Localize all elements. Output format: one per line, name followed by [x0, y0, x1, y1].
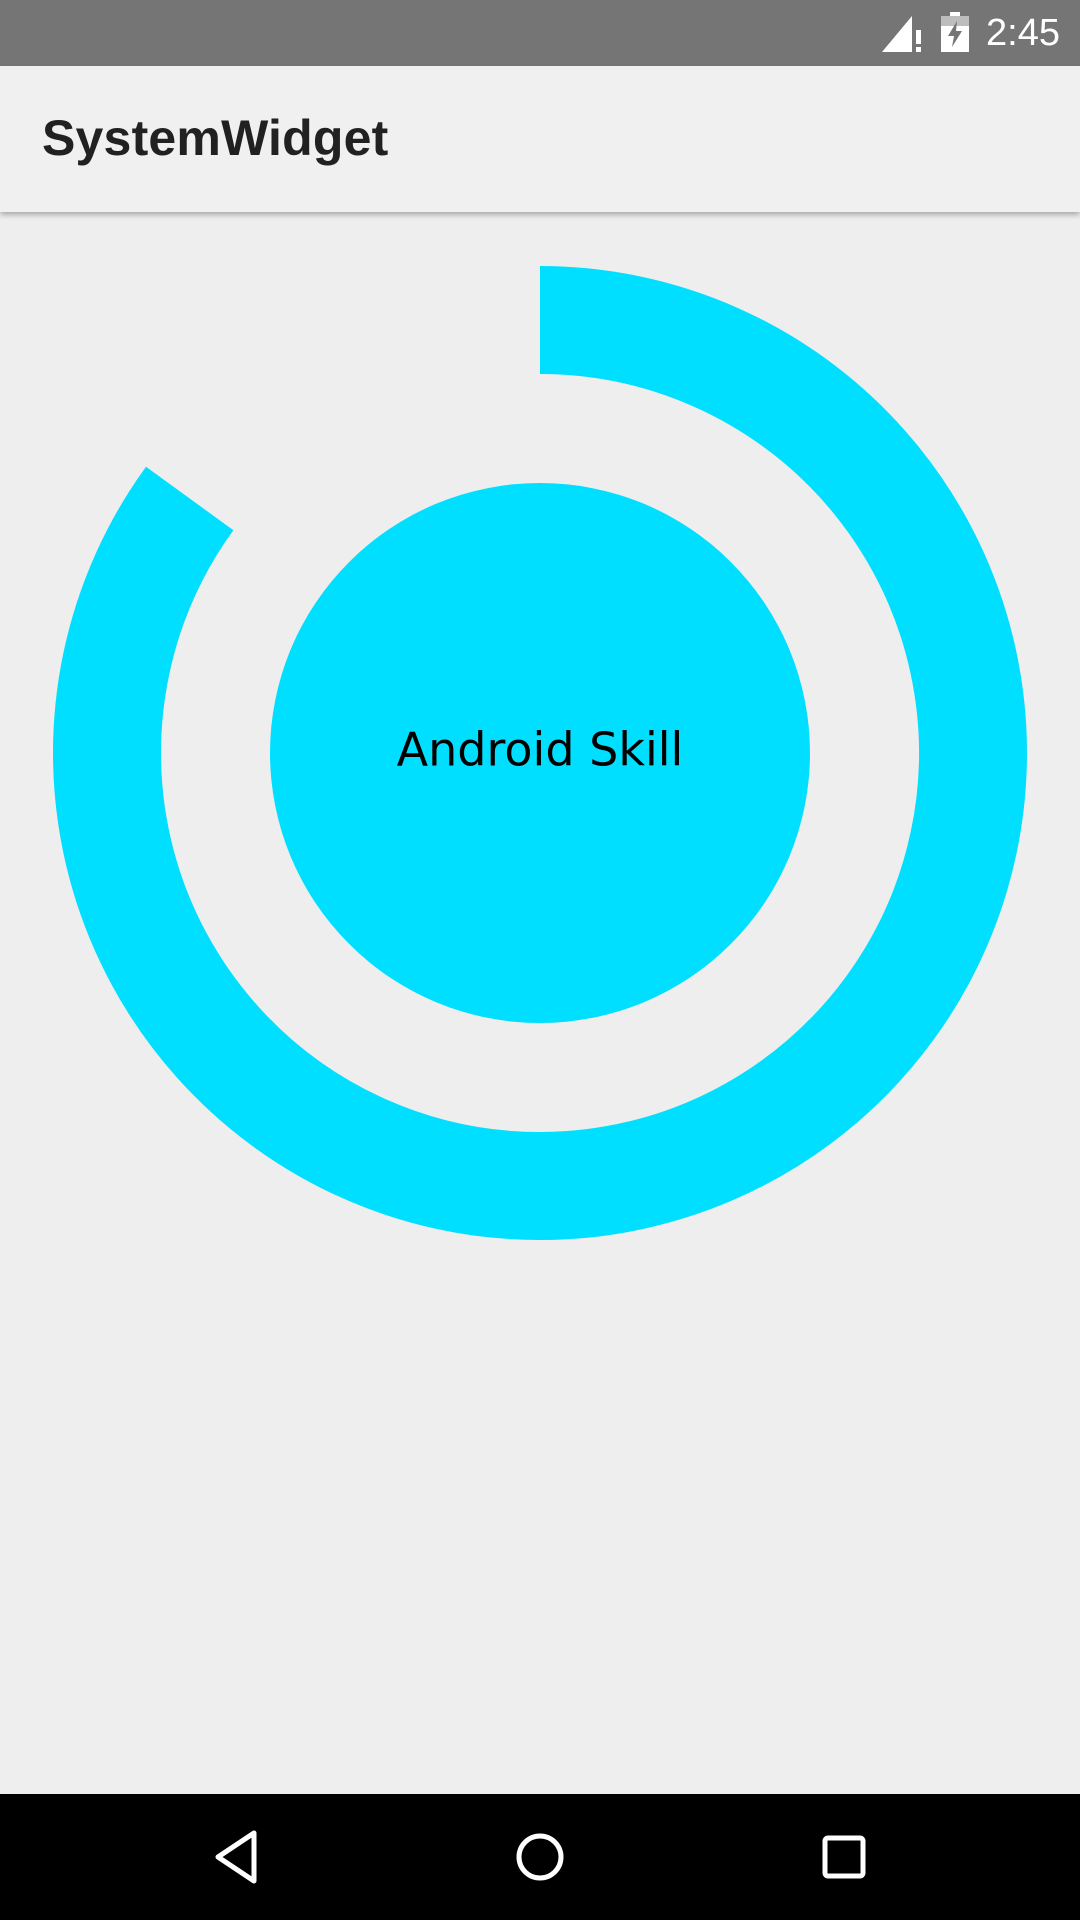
content-area: Android Skill [0, 212, 1080, 1794]
app-title: SystemWidget [42, 110, 389, 166]
status-bar: 2:45 [0, 0, 1080, 66]
navigation-bar [0, 1794, 1080, 1920]
app-bar: SystemWidget [0, 66, 1080, 212]
recents-icon[interactable] [808, 1821, 880, 1893]
skill-label: Android Skill [397, 723, 684, 777]
screen: 2:45 SystemWidget Android Skill [0, 0, 1080, 1920]
home-icon[interactable] [504, 1821, 576, 1893]
status-clock: 2:45 [986, 12, 1060, 54]
back-icon[interactable] [200, 1821, 272, 1893]
signal-no-data-icon [882, 16, 921, 52]
battery-charging-icon [941, 12, 969, 52]
skill-progress-widget: Android Skill [53, 266, 1027, 1240]
